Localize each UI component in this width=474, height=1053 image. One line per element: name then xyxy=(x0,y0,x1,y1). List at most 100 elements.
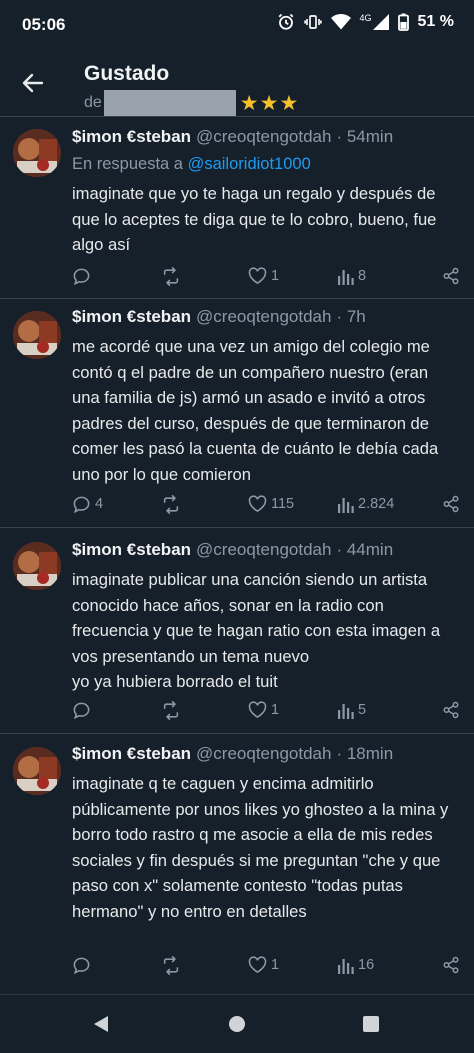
network-type: 4G xyxy=(359,13,372,23)
display-name[interactable]: $imon €steban xyxy=(72,127,191,147)
bar-chart-icon xyxy=(338,269,354,285)
views-button[interactable]: 5 xyxy=(338,702,366,719)
page-title: Gustado xyxy=(84,62,170,85)
signal-icon xyxy=(372,14,389,30)
retweet-button[interactable] xyxy=(161,700,185,720)
like-button[interactable]: 1 xyxy=(248,267,279,285)
timestamp: · 18min xyxy=(336,744,394,763)
handle[interactable]: @creoqtengotdah xyxy=(196,127,331,147)
reply-handle-link[interactable]: @sailoridiot1000 xyxy=(188,155,311,173)
wifi-icon xyxy=(330,13,351,31)
like-count: 1 xyxy=(271,957,280,973)
tweet[interactable]: $imon €steban @creoqtengotdah · 7h me ac… xyxy=(0,298,474,527)
display-name[interactable]: $imon €steban xyxy=(72,744,191,764)
timestamp: · 7h xyxy=(336,307,366,326)
bar-chart-icon xyxy=(338,703,354,719)
back-button[interactable] xyxy=(16,68,50,98)
tweet-text: imaginate que yo te haga un regalo y des… xyxy=(72,184,437,254)
reply-count: 4 xyxy=(95,496,104,512)
retweet-icon xyxy=(163,955,179,975)
share-button[interactable] xyxy=(442,267,460,285)
alarm-icon xyxy=(277,13,295,31)
view-count: 8 xyxy=(358,268,367,284)
like-count: 1 xyxy=(271,268,280,284)
status-icons: 4G 51 % xyxy=(277,13,454,31)
nav-home-button[interactable] xyxy=(228,1015,246,1038)
views-button[interactable]: 2.824 xyxy=(338,496,394,513)
tweet-text: imaginate publicar una canción siendo un… xyxy=(72,570,441,691)
tweet-actions: 1 16 xyxy=(72,952,460,978)
views-button[interactable]: 16 xyxy=(338,957,374,974)
tweet-header: $imon €steban @creoqtengotdah · 54min xyxy=(72,127,458,151)
like-button[interactable]: 1 xyxy=(248,701,279,719)
avatar[interactable] xyxy=(13,129,61,177)
avatar[interactable] xyxy=(13,311,61,359)
avatar[interactable] xyxy=(13,542,61,590)
stars-emoji: ★★★ xyxy=(239,91,300,115)
heart-icon xyxy=(248,495,267,513)
heart-icon xyxy=(248,956,267,974)
reply-icon xyxy=(73,268,90,285)
share-icon xyxy=(443,495,459,513)
reply-button[interactable] xyxy=(72,701,95,720)
tweet-text: imaginate q te caguen y encima admitirlo… xyxy=(72,774,449,921)
reply-button[interactable] xyxy=(72,956,95,975)
reply-icon xyxy=(73,702,90,719)
tweet-actions: 4 115 2.824 xyxy=(72,491,460,517)
retweet-icon xyxy=(163,494,179,514)
view-count: 16 xyxy=(358,957,375,973)
like-count: 1 xyxy=(271,702,280,718)
tweet-actions: 1 8 xyxy=(72,263,460,289)
arrow-left-icon xyxy=(22,73,44,93)
retweet-button[interactable] xyxy=(161,955,185,975)
retweet-button[interactable] xyxy=(161,494,185,514)
reply-icon xyxy=(73,957,90,974)
heart-icon xyxy=(248,267,267,285)
share-button[interactable] xyxy=(442,956,460,974)
reply-icon xyxy=(73,496,90,513)
reply-button[interactable] xyxy=(72,267,95,286)
subtitle-prefix: de xyxy=(84,94,102,111)
retweet-icon xyxy=(163,700,179,720)
status-time: 05:06 xyxy=(22,15,66,34)
reply-context: En respuesta a @sailoridiot1000 xyxy=(72,151,458,177)
reply-button[interactable]: 4 xyxy=(72,495,103,514)
display-name[interactable]: $imon €steban xyxy=(72,540,191,560)
bar-chart-icon xyxy=(338,958,354,974)
display-name[interactable]: $imon €steban xyxy=(72,307,191,327)
handle[interactable]: @creoqtengotdah xyxy=(196,307,331,327)
share-icon xyxy=(443,956,459,974)
tweet[interactable]: $imon €steban @creoqtengotdah · 18min im… xyxy=(0,733,474,994)
avatar[interactable] xyxy=(13,747,61,795)
retweet-button[interactable] xyxy=(161,266,185,286)
triangle-back-icon xyxy=(94,1016,108,1032)
timestamp: · 44min xyxy=(336,540,394,559)
handle[interactable]: @creoqtengotdah xyxy=(196,744,331,764)
view-count: 5 xyxy=(358,702,367,718)
page-header: Gustado de ★★★ xyxy=(0,50,474,116)
battery-icon xyxy=(397,13,409,31)
share-icon xyxy=(443,701,459,719)
heart-icon xyxy=(248,701,267,719)
like-button[interactable]: 1 xyxy=(248,956,279,974)
battery-level: 51 % xyxy=(417,13,454,30)
handle[interactable]: @creoqtengotdah xyxy=(196,540,331,560)
tweet[interactable]: $imon €steban @creoqtengotdah · 54min En… xyxy=(0,116,474,298)
like-button[interactable]: 115 xyxy=(248,495,294,513)
share-button[interactable] xyxy=(442,495,460,513)
like-count: 115 xyxy=(271,496,295,512)
vibrate-icon xyxy=(303,13,322,31)
nav-back-button[interactable] xyxy=(92,1015,110,1038)
square-recents-icon xyxy=(363,1016,379,1032)
views-button[interactable]: 8 xyxy=(338,268,366,285)
tweet-header: $imon €steban @creoqtengotdah · 7h xyxy=(72,307,458,331)
timestamp: · 54min xyxy=(336,127,394,146)
status-bar: 05:06 4G 51 % xyxy=(0,0,474,50)
bar-chart-icon xyxy=(338,497,354,513)
share-icon xyxy=(443,267,459,285)
tweet[interactable]: $imon €steban @creoqtengotdah · 44min im… xyxy=(0,527,474,733)
nav-recents-button[interactable] xyxy=(362,1015,380,1038)
system-nav-bar xyxy=(0,994,474,1053)
share-button[interactable] xyxy=(442,701,460,719)
view-count: 2.824 xyxy=(358,496,395,512)
